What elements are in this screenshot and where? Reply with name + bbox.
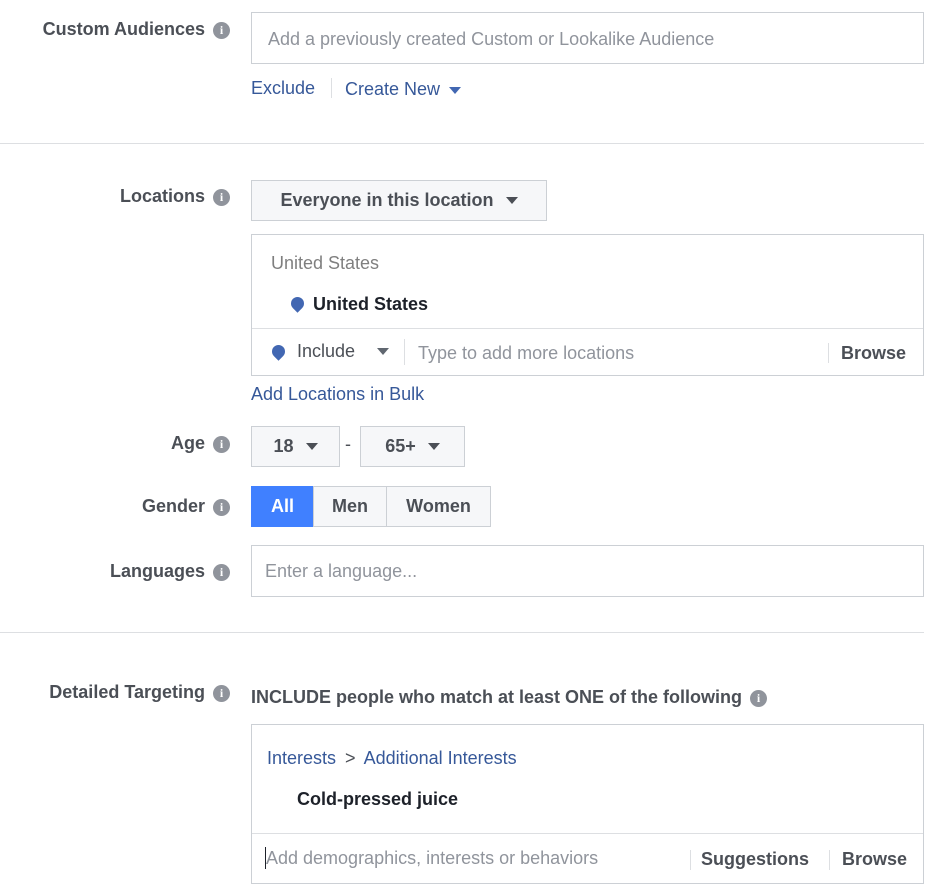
- location-browse-button[interactable]: Browse: [841, 343, 906, 364]
- targeting-input[interactable]: Add demographics, interests or behaviors: [266, 848, 598, 869]
- location-pin-icon: [288, 294, 307, 313]
- targeting-box-divider: [252, 833, 923, 834]
- age-min-dropdown[interactable]: 18: [251, 426, 340, 467]
- selected-interest[interactable]: Cold-pressed juice: [297, 789, 458, 810]
- include-criteria-text: INCLUDE people who match at least ONE of…: [251, 687, 768, 708]
- browse-separator: [829, 850, 830, 870]
- include-separator: [404, 339, 405, 365]
- exclude-link[interactable]: Exclude: [251, 78, 315, 99]
- suggestions-button[interactable]: Suggestions: [701, 849, 809, 870]
- info-icon[interactable]: i: [213, 684, 230, 702]
- section-divider: [0, 632, 924, 633]
- detailed-targeting-label: Detailed Targeting i: [10, 682, 230, 703]
- custom-audience-placeholder: Add a previously created Custom or Looka…: [268, 29, 715, 49]
- age-max-dropdown[interactable]: 65+: [360, 426, 465, 467]
- location-type-dropdown[interactable]: Everyone in this location: [251, 180, 547, 221]
- gender-women-button[interactable]: Women: [386, 486, 491, 527]
- include-dropdown[interactable]: Include: [269, 341, 390, 362]
- location-input[interactable]: Type to add more locations: [418, 343, 634, 364]
- info-icon[interactable]: i: [213, 435, 230, 453]
- language-placeholder: Enter a language...: [265, 561, 418, 581]
- interest-breadcrumb: Interests > Additional Interests: [267, 748, 517, 769]
- language-input[interactable]: Enter a language...: [251, 545, 924, 597]
- breadcrumb-separator: >: [345, 748, 356, 768]
- locations-label: Locations i: [20, 186, 230, 207]
- browse-separator: [828, 343, 829, 363]
- chevron-down-icon: [305, 443, 318, 450]
- custom-audiences-label: Custom Audiences i: [20, 19, 230, 40]
- suggestions-separator: [690, 850, 691, 870]
- breadcrumb-interests-link[interactable]: Interests: [267, 748, 336, 768]
- targeting-browse-button[interactable]: Browse: [842, 849, 907, 870]
- detailed-targeting-box: Interests > Additional Interests Cold-pr…: [251, 724, 924, 884]
- link-separator: [331, 78, 332, 98]
- selected-location[interactable]: United States: [313, 294, 428, 315]
- gender-men-button[interactable]: Men: [313, 486, 387, 527]
- location-pin-icon: [269, 342, 288, 361]
- location-group-header: United States: [271, 253, 380, 273]
- custom-audience-input[interactable]: Add a previously created Custom or Looka…: [251, 12, 924, 64]
- chevron-down-icon: [427, 443, 440, 450]
- location-box-divider: [252, 328, 923, 329]
- add-locations-bulk-link[interactable]: Add Locations in Bulk: [251, 384, 424, 405]
- location-box: United States United States Include Type…: [251, 234, 924, 376]
- chevron-down-icon: [505, 197, 518, 204]
- info-icon[interactable]: i: [213, 563, 230, 581]
- gender-label: Gender i: [20, 496, 230, 517]
- create-new-link[interactable]: Create New: [345, 79, 462, 100]
- chevron-down-icon: [377, 348, 390, 355]
- languages-label: Languages i: [20, 561, 230, 582]
- info-icon[interactable]: i: [213, 188, 230, 206]
- info-icon[interactable]: i: [750, 689, 768, 707]
- age-label: Age i: [20, 433, 230, 454]
- breadcrumb-additional-interests-link[interactable]: Additional Interests: [364, 748, 517, 768]
- info-icon[interactable]: i: [213, 498, 230, 516]
- info-icon[interactable]: i: [213, 21, 230, 39]
- chevron-down-icon: [449, 86, 462, 94]
- section-divider: [0, 143, 924, 144]
- age-separator: -: [345, 434, 351, 454]
- gender-all-button[interactable]: All: [251, 486, 314, 527]
